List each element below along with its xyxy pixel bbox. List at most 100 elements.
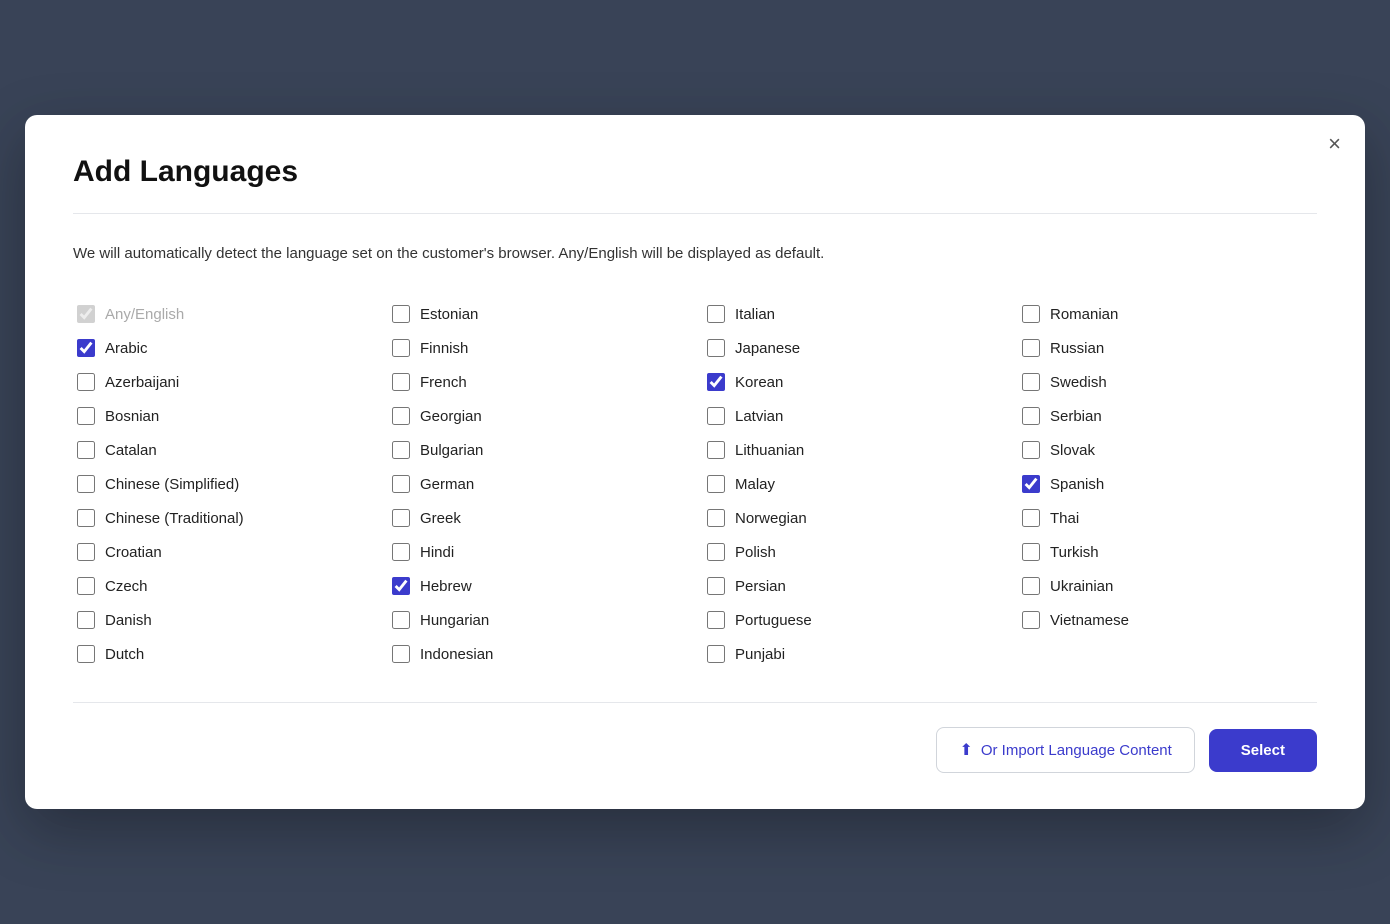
- lang-item-hebrew[interactable]: Hebrew: [388, 570, 687, 602]
- modal-footer: ⬆ Or Import Language Content Select: [73, 727, 1317, 773]
- modal-overlay: × Add Languages We will automatically de…: [0, 0, 1390, 924]
- lang-label-malay: Malay: [735, 476, 775, 493]
- checkbox-bulgarian[interactable]: [392, 441, 410, 459]
- lang-item-czech[interactable]: Czech: [73, 570, 372, 602]
- checkbox-polish[interactable]: [707, 543, 725, 561]
- lang-item-chinese_traditional[interactable]: Chinese (Traditional): [73, 502, 372, 534]
- lang-item-bosnian[interactable]: Bosnian: [73, 400, 372, 432]
- lang-item-greek[interactable]: Greek: [388, 502, 687, 534]
- lang-item-slovak[interactable]: Slovak: [1018, 434, 1317, 466]
- lang-item-swedish[interactable]: Swedish: [1018, 366, 1317, 398]
- lang-item-spanish[interactable]: Spanish: [1018, 468, 1317, 500]
- checkbox-norwegian[interactable]: [707, 509, 725, 527]
- lang-item-bulgarian[interactable]: Bulgarian: [388, 434, 687, 466]
- lang-item-azerbaijani[interactable]: Azerbaijani: [73, 366, 372, 398]
- footer-divider: [73, 702, 1317, 703]
- lang-item-hungarian[interactable]: Hungarian: [388, 604, 687, 636]
- lang-item-german[interactable]: German: [388, 468, 687, 500]
- checkbox-thai[interactable]: [1022, 509, 1040, 527]
- lang-item-turkish[interactable]: Turkish: [1018, 536, 1317, 568]
- lang-item-romanian[interactable]: Romanian: [1018, 298, 1317, 330]
- import-language-button[interactable]: ⬆ Or Import Language Content: [936, 727, 1194, 773]
- checkbox-arabic[interactable]: [77, 339, 95, 357]
- checkbox-serbian[interactable]: [1022, 407, 1040, 425]
- lang-item-french[interactable]: French: [388, 366, 687, 398]
- checkbox-korean[interactable]: [707, 373, 725, 391]
- checkbox-croatian[interactable]: [77, 543, 95, 561]
- import-button-label: Or Import Language Content: [981, 742, 1172, 759]
- lang-item-lithuanian[interactable]: Lithuanian: [703, 434, 1002, 466]
- lang-label-hungarian: Hungarian: [420, 612, 489, 629]
- checkbox-japanese[interactable]: [707, 339, 725, 357]
- lang-item-croatian[interactable]: Croatian: [73, 536, 372, 568]
- checkbox-dutch[interactable]: [77, 645, 95, 663]
- checkbox-persian[interactable]: [707, 577, 725, 595]
- checkbox-indonesian[interactable]: [392, 645, 410, 663]
- checkbox-italian[interactable]: [707, 305, 725, 323]
- checkbox-french[interactable]: [392, 373, 410, 391]
- lang-item-hindi[interactable]: Hindi: [388, 536, 687, 568]
- lang-label-japanese: Japanese: [735, 340, 800, 357]
- lang-item-ukrainian[interactable]: Ukrainian: [1018, 570, 1317, 602]
- lang-item-finnish[interactable]: Finnish: [388, 332, 687, 364]
- lang-item-catalan[interactable]: Catalan: [73, 434, 372, 466]
- checkbox-estonian[interactable]: [392, 305, 410, 323]
- lang-item-danish[interactable]: Danish: [73, 604, 372, 636]
- checkbox-georgian[interactable]: [392, 407, 410, 425]
- lang-label-any_english: Any/English: [105, 306, 184, 323]
- select-button[interactable]: Select: [1209, 729, 1317, 772]
- checkbox-czech[interactable]: [77, 577, 95, 595]
- checkbox-danish[interactable]: [77, 611, 95, 629]
- checkbox-spanish[interactable]: [1022, 475, 1040, 493]
- checkbox-russian[interactable]: [1022, 339, 1040, 357]
- lang-item-dutch[interactable]: Dutch: [73, 638, 372, 670]
- lang-item-arabic[interactable]: Arabic: [73, 332, 372, 364]
- lang-item-malay[interactable]: Malay: [703, 468, 1002, 500]
- checkbox-hebrew[interactable]: [392, 577, 410, 595]
- checkbox-hungarian[interactable]: [392, 611, 410, 629]
- checkbox-swedish[interactable]: [1022, 373, 1040, 391]
- checkbox-hindi[interactable]: [392, 543, 410, 561]
- lang-item-georgian[interactable]: Georgian: [388, 400, 687, 432]
- lang-item-latvian[interactable]: Latvian: [703, 400, 1002, 432]
- checkbox-portuguese[interactable]: [707, 611, 725, 629]
- lang-label-german: German: [420, 476, 474, 493]
- lang-item-persian[interactable]: Persian: [703, 570, 1002, 602]
- lang-item-polish[interactable]: Polish: [703, 536, 1002, 568]
- checkbox-turkish[interactable]: [1022, 543, 1040, 561]
- checkbox-vietnamese[interactable]: [1022, 611, 1040, 629]
- lang-item-estonian[interactable]: Estonian: [388, 298, 687, 330]
- checkbox-ukrainian[interactable]: [1022, 577, 1040, 595]
- lang-item-thai[interactable]: Thai: [1018, 502, 1317, 534]
- lang-item-italian[interactable]: Italian: [703, 298, 1002, 330]
- checkbox-bosnian[interactable]: [77, 407, 95, 425]
- checkbox-malay[interactable]: [707, 475, 725, 493]
- checkbox-azerbaijani[interactable]: [77, 373, 95, 391]
- close-button[interactable]: ×: [1328, 133, 1341, 155]
- lang-item-japanese[interactable]: Japanese: [703, 332, 1002, 364]
- checkbox-german[interactable]: [392, 475, 410, 493]
- lang-label-persian: Persian: [735, 578, 786, 595]
- checkbox-lithuanian[interactable]: [707, 441, 725, 459]
- lang-item-korean[interactable]: Korean: [703, 366, 1002, 398]
- lang-item-indonesian[interactable]: Indonesian: [388, 638, 687, 670]
- lang-column-col1: Any/English ArabicAzerbaijaniBosnianCatal…: [73, 298, 372, 670]
- lang-label-portuguese: Portuguese: [735, 612, 812, 629]
- checkbox-latvian[interactable]: [707, 407, 725, 425]
- lang-item-chinese_simplified[interactable]: Chinese (Simplified): [73, 468, 372, 500]
- lang-label-spanish: Spanish: [1050, 476, 1104, 493]
- lang-item-portuguese[interactable]: Portuguese: [703, 604, 1002, 636]
- lang-item-russian[interactable]: Russian: [1018, 332, 1317, 364]
- checkbox-romanian[interactable]: [1022, 305, 1040, 323]
- checkbox-finnish[interactable]: [392, 339, 410, 357]
- checkbox-greek[interactable]: [392, 509, 410, 527]
- lang-item-norwegian[interactable]: Norwegian: [703, 502, 1002, 534]
- checkbox-catalan[interactable]: [77, 441, 95, 459]
- lang-item-punjabi[interactable]: Punjabi: [703, 638, 1002, 670]
- checkbox-chinese_simplified[interactable]: [77, 475, 95, 493]
- checkbox-punjabi[interactable]: [707, 645, 725, 663]
- lang-item-serbian[interactable]: Serbian: [1018, 400, 1317, 432]
- checkbox-slovak[interactable]: [1022, 441, 1040, 459]
- lang-item-vietnamese[interactable]: Vietnamese: [1018, 604, 1317, 636]
- checkbox-chinese_traditional[interactable]: [77, 509, 95, 527]
